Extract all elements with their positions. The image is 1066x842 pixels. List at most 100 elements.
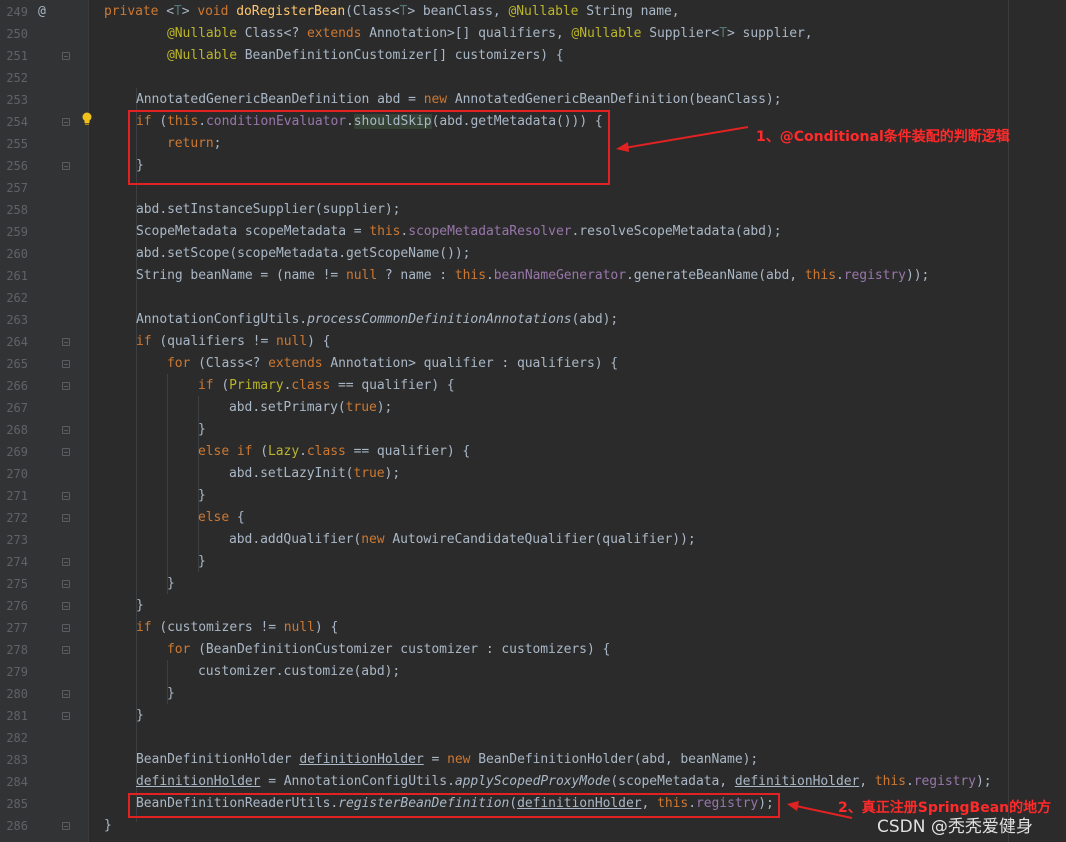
line-number[interactable]: 271 — [0, 485, 28, 507]
line-number[interactable]: 260 — [0, 243, 28, 265]
code-token: String beanName = (name != — [136, 268, 346, 283]
line-number[interactable]: 262 — [0, 287, 28, 309]
code-token: if — [198, 378, 222, 393]
code-token: else — [198, 510, 237, 525]
line-number[interactable]: 253 — [0, 89, 28, 111]
line-number[interactable]: 266 — [0, 375, 28, 397]
line-number[interactable]: 278 — [0, 639, 28, 661]
fold-marker-icon[interactable] — [62, 558, 70, 566]
line-number[interactable]: 280 — [0, 683, 28, 705]
code-line[interactable]: 273 abd.addQualifier(new AutowireCandidat… — [0, 529, 1066, 551]
code-text: AnnotatedGenericBeanDefinition abd = new… — [136, 89, 782, 111]
line-number[interactable]: 261 — [0, 265, 28, 287]
fold-marker-icon[interactable] — [62, 690, 70, 698]
code-line[interactable]: 260 abd.setScope(scopeMetadata.getScopeNa… — [0, 243, 1066, 265]
fold-marker-icon[interactable] — [62, 162, 70, 170]
line-number[interactable]: 259 — [0, 221, 28, 243]
code-line[interactable]: 268} — [0, 419, 1066, 441]
fold-marker-icon[interactable] — [62, 52, 70, 60]
code-token: Annotation> qualifier : qualifiers) { — [330, 356, 619, 371]
code-line[interactable]: 283 BeanDefinitionHolder definitionHolder… — [0, 749, 1066, 771]
line-number[interactable]: 281 — [0, 705, 28, 727]
fold-marker-icon[interactable] — [62, 360, 70, 368]
lightbulb-icon[interactable] — [81, 112, 93, 126]
code-text: } — [104, 815, 112, 837]
line-number[interactable]: 270 — [0, 463, 28, 485]
line-number[interactable]: 255 — [0, 133, 28, 155]
fold-marker-icon[interactable] — [62, 118, 70, 126]
code-token: ) { — [307, 334, 331, 349]
code-line[interactable]: 252 — [0, 67, 1066, 89]
line-number[interactable]: 268 — [0, 419, 28, 441]
code-line[interactable]: 261 String beanName = (name != null ? nam… — [0, 265, 1066, 287]
code-editor[interactable]: 249 private <T> void doRegisterBean(Class… — [0, 0, 1066, 842]
fold-marker-icon[interactable] — [62, 338, 70, 346]
code-token: true — [353, 466, 385, 481]
fold-marker-icon[interactable] — [62, 602, 70, 610]
code-line[interactable]: 259 ScopeMetadata scopeMetadata = this.sc… — [0, 221, 1066, 243]
code-line[interactable]: 265 for (Class<? extends Annotation> qual… — [0, 353, 1066, 375]
code-line[interactable]: 269 else if (Lazy.class == qualifier) { — [0, 441, 1066, 463]
code-line[interactable]: 262 — [0, 287, 1066, 309]
line-number[interactable]: 283 — [0, 749, 28, 771]
code-line[interactable]: 271} — [0, 485, 1066, 507]
line-number[interactable]: 285 — [0, 793, 28, 815]
code-line[interactable]: 276} — [0, 595, 1066, 617]
code-line[interactable]: 278 for (BeanDefinitionCustomizer customi… — [0, 639, 1066, 661]
line-number[interactable]: 252 — [0, 67, 28, 89]
fold-marker-icon[interactable] — [62, 712, 70, 720]
code-line[interactable]: 280} — [0, 683, 1066, 705]
code-line[interactable]: 279 customizer.customize(abd); — [0, 661, 1066, 683]
code-line[interactable]: 275} — [0, 573, 1066, 595]
fold-marker-icon[interactable] — [62, 426, 70, 434]
line-number[interactable]: 274 — [0, 551, 28, 573]
code-line[interactable]: 266 if (Primary.class == qualifier) { — [0, 375, 1066, 397]
code-line[interactable]: 270 abd.setLazyInit(true); — [0, 463, 1066, 485]
fold-marker-icon[interactable] — [62, 448, 70, 456]
line-number[interactable]: 277 — [0, 617, 28, 639]
code-line[interactable]: 258 abd.setInstanceSupplier(supplier); — [0, 199, 1066, 221]
line-number[interactable]: 267 — [0, 397, 28, 419]
fold-marker-icon[interactable] — [62, 514, 70, 522]
line-number[interactable]: 276 — [0, 595, 28, 617]
override-marker[interactable]: @ — [38, 1, 46, 23]
fold-marker-icon[interactable] — [62, 624, 70, 632]
line-number[interactable]: 264 — [0, 331, 28, 353]
line-number[interactable]: 257 — [0, 177, 28, 199]
line-number[interactable]: 282 — [0, 727, 28, 749]
line-number[interactable]: 286 — [0, 815, 28, 837]
line-number[interactable]: 284 — [0, 771, 28, 793]
code-line[interactable]: 250 @Nullable Class<? extends Annotation>… — [0, 23, 1066, 45]
code-line[interactable]: 251 @Nullable BeanDefinitionCustomizer[] … — [0, 45, 1066, 67]
fold-marker-icon[interactable] — [62, 646, 70, 654]
line-number[interactable]: 265 — [0, 353, 28, 375]
line-number[interactable]: 275 — [0, 573, 28, 595]
code-line[interactable]: 264 if (qualifiers != null) { — [0, 331, 1066, 353]
fold-marker-icon[interactable] — [62, 492, 70, 500]
line-number[interactable]: 251 — [0, 45, 28, 67]
line-number[interactable]: 249 — [0, 1, 28, 23]
line-number[interactable]: 272 — [0, 507, 28, 529]
code-line[interactable]: 263 AnnotationConfigUtils.processCommonDe… — [0, 309, 1066, 331]
code-line[interactable]: 284 definitionHolder = AnnotationConfigUt… — [0, 771, 1066, 793]
line-number[interactable]: 258 — [0, 199, 28, 221]
fold-marker-icon[interactable] — [62, 822, 70, 830]
code-line[interactable]: 274} — [0, 551, 1066, 573]
code-line[interactable]: 272 else { — [0, 507, 1066, 529]
fold-marker-icon[interactable] — [62, 580, 70, 588]
code-line[interactable]: 282 — [0, 727, 1066, 749]
line-number[interactable]: 273 — [0, 529, 28, 551]
fold-marker-icon[interactable] — [62, 382, 70, 390]
line-number[interactable]: 269 — [0, 441, 28, 463]
line-number[interactable]: 279 — [0, 661, 28, 683]
line-number[interactable]: 256 — [0, 155, 28, 177]
code-line[interactable]: 281} — [0, 705, 1066, 727]
line-number[interactable]: 254 — [0, 111, 28, 133]
code-line[interactable]: 267 abd.setPrimary(true); — [0, 397, 1066, 419]
code-line[interactable]: 249 private <T> void doRegisterBean(Class… — [0, 1, 1066, 23]
line-number[interactable]: 250 — [0, 23, 28, 45]
code-line[interactable]: 277 if (customizers != null) { — [0, 617, 1066, 639]
code-token: } — [167, 576, 175, 591]
code-line[interactable]: 253 AnnotatedGenericBeanDefinition abd = … — [0, 89, 1066, 111]
line-number[interactable]: 263 — [0, 309, 28, 331]
